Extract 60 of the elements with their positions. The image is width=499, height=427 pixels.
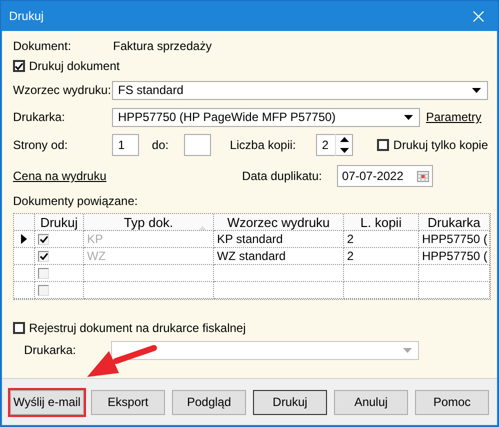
document-type: Faktura sprzedaży [113,39,212,53]
pages-from-field[interactable]: 1 [112,134,139,156]
table-cell: 2 [344,231,419,248]
table-cell: WZ [84,248,214,265]
field-label: do: [150,138,170,152]
checkbox[interactable] [377,139,390,151]
checkbox-label: Rejestruj dokument na drukarce fiskalnej [29,321,246,335]
column-header[interactable]: Drukuj [35,214,84,231]
dialog-button[interactable]: Podgląd [172,390,246,414]
checkbox[interactable] [38,284,49,296]
current-row-icon [21,234,27,244]
down-arrow-icon [340,148,349,153]
calendar-icon [417,170,429,182]
checkmark-icon [40,252,48,260]
field-label: Strony od: [13,138,69,152]
field-label: Liczba kopii: [228,138,297,152]
dialog-button[interactable]: Eksport [91,390,165,414]
dropdown-arrow-icon [472,88,481,92]
dropdown-arrow-icon [403,348,412,352]
dropdown-arrow-icon [404,114,413,120]
checkbox[interactable] [38,268,49,278]
checkbox-label: Drukuj tylko kopie [393,138,488,152]
checkbox[interactable] [38,234,49,244]
checkbox[interactable] [38,250,49,262]
section-label: Dokumenty powiązane: [13,194,138,208]
dialog-button[interactable]: Drukuj [253,390,327,414]
table-cell: WZ standard [214,248,344,265]
template-dropdown[interactable]: FS standard [112,80,488,100]
column-header[interactable]: Wzorzec wydruku [214,214,344,231]
checkbox[interactable] [13,322,25,334]
window-title: Drukuj [9,9,44,23]
column-header[interactable]: Drukarka [419,214,490,231]
price-on-printout-link[interactable]: Cena na wydruku [13,169,106,183]
field-label: Data duplikatu: [242,169,322,183]
table-cell: 2 [344,248,419,265]
table-cell: KP standard [214,231,344,248]
table-cell: KP [84,231,214,248]
dialog-button[interactable]: Pomoc [415,390,489,414]
date-field[interactable]: 07-07-2022 [337,165,433,187]
printer-dropdown[interactable]: HPP57750 (HP PageWide MFP P57750) [112,108,420,126]
parameters-link[interactable]: Parametry [426,110,482,124]
checkmark-icon [40,236,48,242]
up-arrow-icon [340,137,349,142]
table-cell: HPP57750 ( [419,248,490,265]
checkbox-label: Drukuj dokument [29,59,120,73]
column-header[interactable]: Typ dok. [84,214,214,231]
checkmark-icon [15,62,23,70]
field-label: Drukarka: [23,343,78,357]
field-label: Drukarka: [13,110,66,124]
pages-to-field[interactable] [184,134,211,156]
dialog-button[interactable]: Anuluj [334,390,408,414]
field-label: Wzorzec wydruku: [13,83,112,97]
close-icon [472,10,484,22]
copies-spinbox[interactable]: 2 [316,134,354,156]
field-label: Dokument: [13,39,72,53]
column-header[interactable]: L. kopii [344,214,419,231]
dialog-button[interactable]: Wyślij e-mail [10,390,84,414]
sort-arrow-icon [198,226,207,230]
checkbox[interactable] [13,60,25,72]
table-cell: HPP57750 ( [419,231,490,248]
